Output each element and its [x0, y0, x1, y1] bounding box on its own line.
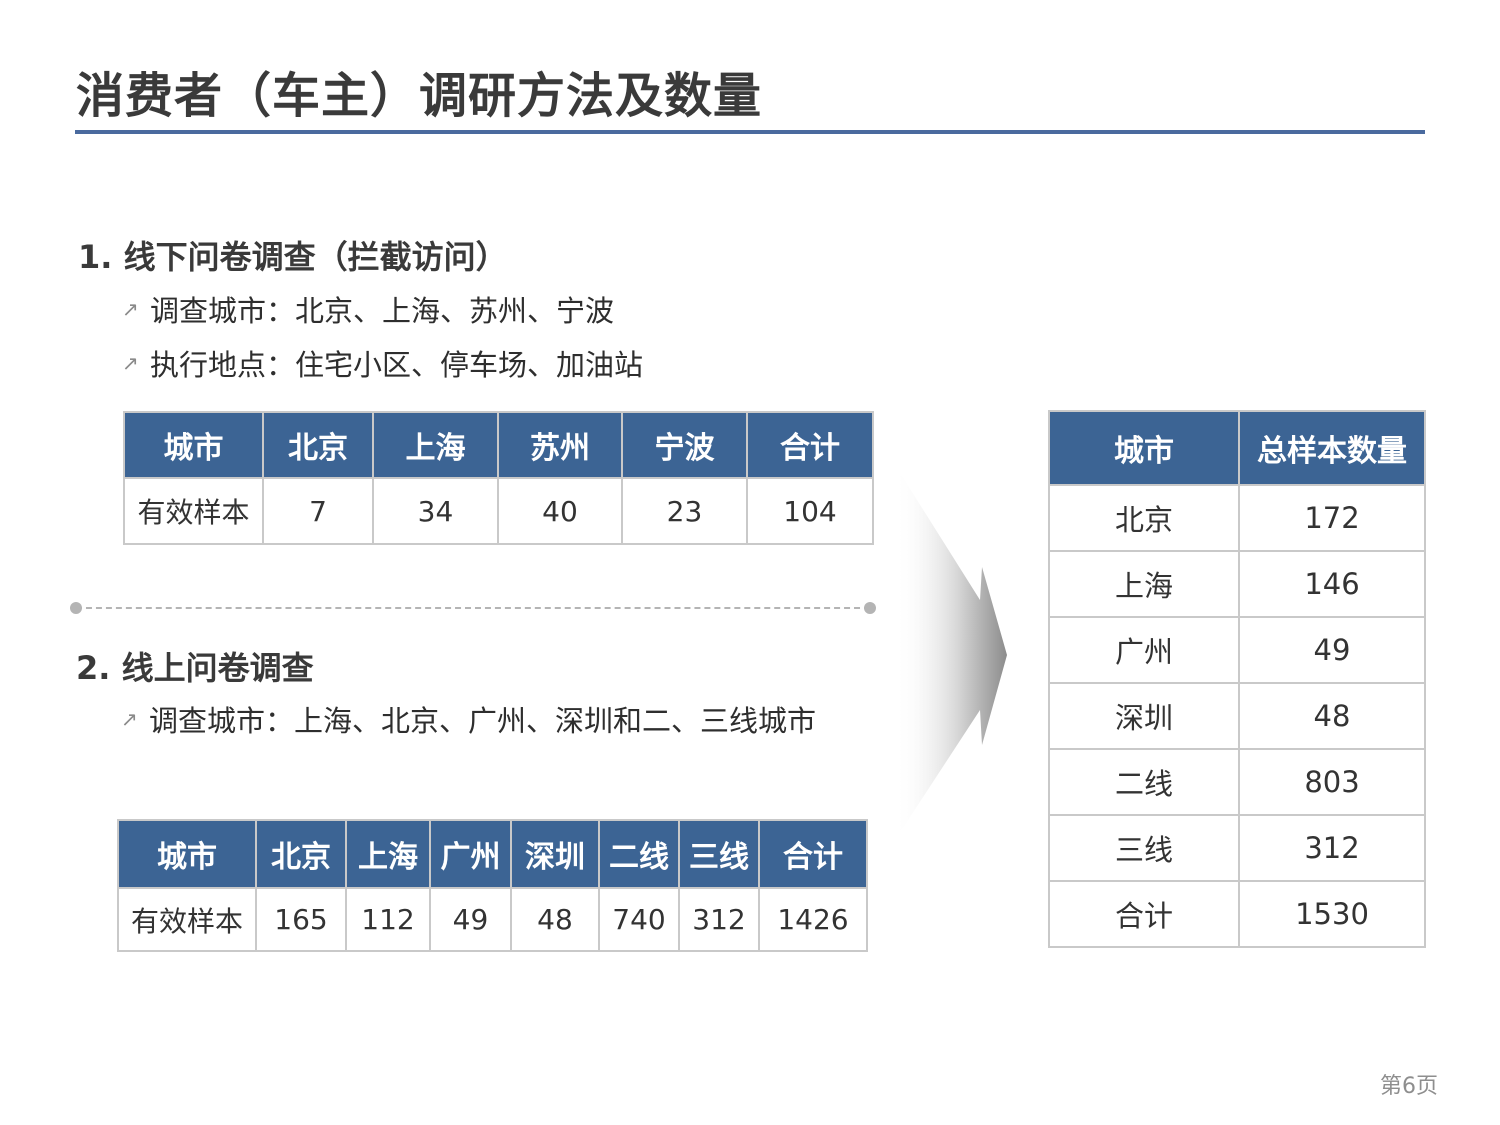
- table-cell: 广州: [1048, 616, 1240, 684]
- bullet-text: 执行地点：住宅小区、停车场、加油站: [150, 348, 644, 382]
- table-cell: 北京: [1048, 484, 1240, 552]
- table-cell: 146: [1238, 550, 1426, 618]
- arrow-up-right-icon: ↗: [122, 297, 139, 321]
- title-underline: [75, 130, 1425, 134]
- header-cell: 城市: [123, 411, 264, 479]
- table-cell: 172: [1238, 484, 1426, 552]
- table-header-row: 城市 北京 上海 广州 深圳 二线 三线 合计: [117, 819, 868, 889]
- header-cell: 二线: [598, 819, 680, 889]
- table-row: 有效样本 7 34 40 23 104: [123, 477, 874, 545]
- divider-dot-left: [70, 602, 82, 614]
- arrow-up-right-icon: ↗: [121, 707, 138, 731]
- section2-bullet-1: ↗ 调查城市：上海、北京、广州、深圳和二、三线城市: [121, 698, 816, 740]
- offline-sample-table: 城市 北京 上海 苏州 宁波 合计 有效样本 7 34 40 23 104: [123, 411, 874, 545]
- header-cell: 深圳: [510, 819, 600, 889]
- header-cell: 北京: [262, 411, 374, 479]
- header-cell: 北京: [255, 819, 347, 889]
- table-cell: 7: [262, 477, 374, 545]
- table-row: 广州 49: [1048, 616, 1426, 684]
- table-cell: 有效样本: [123, 477, 264, 545]
- table-cell: 48: [1238, 682, 1426, 750]
- chevron-right-arrow: [895, 465, 1007, 840]
- table-cell: 48: [510, 887, 600, 952]
- summary-sample-table: 城市 总样本数量 北京 172 上海 146 广州 49 深圳 48 二线 80…: [1048, 410, 1426, 948]
- table-cell: 有效样本: [117, 887, 257, 952]
- table-cell: 合计: [1048, 880, 1240, 948]
- header-cell: 城市: [117, 819, 257, 889]
- table-cell: 312: [678, 887, 760, 952]
- header-cell: 城市: [1048, 410, 1240, 486]
- table-row: 二线 803: [1048, 748, 1426, 816]
- header-cell: 上海: [345, 819, 431, 889]
- table-cell: 23: [621, 477, 748, 545]
- section1-bullet-1: ↗ 调查城市：北京、上海、苏州、宁波: [122, 288, 614, 330]
- table-row: 深圳 48: [1048, 682, 1426, 750]
- table-cell: 312: [1238, 814, 1426, 882]
- header-cell: 苏州: [497, 411, 623, 479]
- table-cell: 165: [255, 887, 347, 952]
- header-cell: 合计: [746, 411, 874, 479]
- header-cell: 广州: [429, 819, 512, 889]
- table-row: 北京 172: [1048, 484, 1426, 552]
- header-cell: 上海: [372, 411, 499, 479]
- table-cell: 1426: [758, 887, 868, 952]
- table-cell: 112: [345, 887, 431, 952]
- table-cell: 二线: [1048, 748, 1240, 816]
- table-header-row: 城市 北京 上海 苏州 宁波 合计: [123, 411, 874, 479]
- table-row: 合计 1530: [1048, 880, 1426, 948]
- table-header-row: 城市 总样本数量: [1048, 410, 1426, 486]
- table-row: 有效样本 165 112 49 48 740 312 1426: [117, 887, 868, 952]
- section-divider: [76, 607, 870, 609]
- online-sample-table: 城市 北京 上海 广州 深圳 二线 三线 合计 有效样本 165 112 49 …: [117, 819, 868, 952]
- table-cell: 740: [598, 887, 680, 952]
- section2-heading: 2. 线上问卷调查: [76, 649, 314, 687]
- table-cell: 104: [746, 477, 874, 545]
- divider-dot-right: [864, 602, 876, 614]
- header-cell: 合计: [758, 819, 868, 889]
- table-cell: 三线: [1048, 814, 1240, 882]
- table-row: 三线 312: [1048, 814, 1426, 882]
- header-cell: 宁波: [621, 411, 748, 479]
- table-cell: 深圳: [1048, 682, 1240, 750]
- table-cell: 40: [497, 477, 623, 545]
- page-title: 消费者（车主）调研方法及数量: [76, 68, 763, 124]
- section1-heading: 1. 线下问卷调查（拦截访问）: [78, 238, 508, 276]
- bullet-text: 调查城市：北京、上海、苏州、宁波: [150, 294, 615, 328]
- table-cell: 34: [372, 477, 499, 545]
- header-cell: 总样本数量: [1238, 410, 1426, 486]
- section1-bullet-2: ↗ 执行地点：住宅小区、停车场、加油站: [122, 342, 643, 384]
- table-cell: 49: [1238, 616, 1426, 684]
- arrow-up-right-icon: ↗: [122, 351, 139, 375]
- table-cell: 1530: [1238, 880, 1426, 948]
- table-row: 上海 146: [1048, 550, 1426, 618]
- table-cell: 上海: [1048, 550, 1240, 618]
- page-number: 第6页: [1380, 1074, 1438, 1099]
- bullet-text: 调查城市：上海、北京、广州、深圳和二、三线城市: [149, 704, 817, 738]
- table-cell: 49: [429, 887, 512, 952]
- table-cell: 803: [1238, 748, 1426, 816]
- header-cell: 三线: [678, 819, 760, 889]
